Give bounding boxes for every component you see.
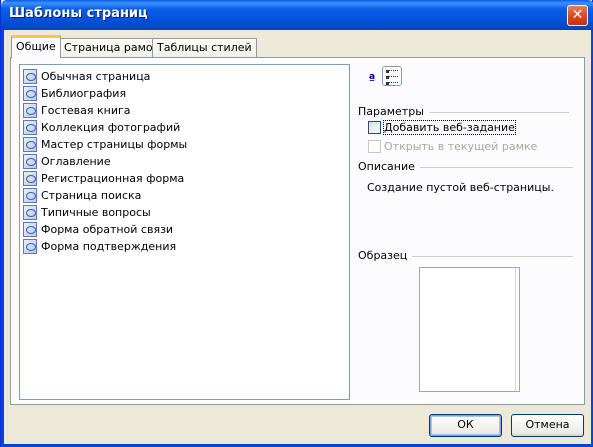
list-item[interactable]: Библиография bbox=[20, 85, 349, 102]
list-item-label: Форма обратной связи bbox=[41, 223, 174, 236]
web-page-icon bbox=[23, 69, 37, 84]
web-page-icon bbox=[23, 137, 37, 152]
open-in-frame-option: Открыть в текущей рамке bbox=[368, 140, 537, 153]
list-item-label: Страница поиска bbox=[41, 189, 142, 202]
web-page-icon bbox=[23, 103, 37, 118]
details-view-button[interactable] bbox=[382, 66, 402, 86]
list-item-label: Библиография bbox=[41, 87, 127, 100]
list-item[interactable]: Коллекция фотографий bbox=[20, 119, 349, 136]
web-page-icon bbox=[23, 239, 37, 254]
list-item-label: Регистрационная форма bbox=[41, 172, 185, 185]
add-web-task-checkbox[interactable] bbox=[368, 121, 381, 134]
tab-style-sheets[interactable]: Таблицы стилей bbox=[152, 38, 257, 57]
template-list[interactable]: Обычная страница Библиография Гостевая к… bbox=[19, 64, 350, 400]
tab-frames-pages[interactable]: Страница рамок bbox=[59, 38, 165, 57]
list-item[interactable]: Страница поиска bbox=[20, 187, 349, 204]
list-item-label: Типичные вопросы bbox=[41, 206, 151, 219]
list-item-label: Мастер страницы формы bbox=[41, 138, 188, 151]
open-in-frame-label: Открыть в текущей рамке bbox=[384, 140, 538, 153]
list-lines-icon bbox=[386, 76, 398, 79]
list-lines-icon bbox=[386, 70, 398, 73]
web-page-icon bbox=[23, 205, 37, 220]
close-button[interactable]: ✕ bbox=[567, 5, 588, 26]
web-page-icon bbox=[23, 154, 37, 169]
web-page-icon bbox=[23, 222, 37, 237]
web-page-icon bbox=[23, 120, 37, 135]
preview-header: Образец bbox=[358, 249, 413, 262]
options-header: Параметры bbox=[358, 105, 429, 118]
list-item-label: Гостевая книга bbox=[41, 104, 131, 117]
list-item-label: Коллекция фотографий bbox=[41, 121, 181, 134]
add-web-task-label[interactable]: Добавить веб-задание bbox=[383, 120, 516, 135]
ok-button[interactable]: ОК bbox=[429, 414, 502, 437]
dialog-title: Шаблоны страниц bbox=[9, 6, 148, 21]
page-templates-dialog: Шаблоны страниц ✕ Общие Страница рамок Т… bbox=[0, 0, 593, 447]
list-item[interactable]: Регистрационная форма bbox=[20, 170, 349, 187]
list-item[interactable]: Оглавление bbox=[20, 153, 349, 170]
list-item-label: Оглавление bbox=[41, 155, 111, 168]
list-item[interactable]: Форма обратной связи bbox=[20, 221, 349, 238]
title-bar[interactable]: Шаблоны страниц ✕ bbox=[1, 0, 593, 30]
list-item-label: Обычная страница bbox=[41, 70, 151, 83]
open-in-frame-checkbox bbox=[368, 140, 381, 153]
list-item[interactable]: Типичные вопросы bbox=[20, 204, 349, 221]
small-icons-view-button[interactable]: a̲ bbox=[362, 70, 382, 90]
window-frame-left bbox=[1, 30, 4, 447]
list-item-label: Форма подтверждения bbox=[41, 240, 177, 253]
tab-general[interactable]: Общие bbox=[11, 35, 61, 58]
cancel-button[interactable]: Отмена bbox=[511, 414, 584, 437]
list-lines-icon bbox=[386, 82, 398, 85]
description-header: Описание bbox=[358, 160, 420, 173]
preview-scrollbar bbox=[515, 268, 519, 391]
web-page-icon bbox=[23, 171, 37, 186]
web-page-icon bbox=[23, 86, 37, 101]
add-web-task-option[interactable]: Добавить веб-задание bbox=[368, 120, 516, 135]
list-item[interactable]: Гостевая книга bbox=[20, 102, 349, 119]
list-item[interactable]: Обычная страница bbox=[20, 68, 349, 85]
list-item[interactable]: Мастер страницы формы bbox=[20, 136, 349, 153]
preview-box bbox=[419, 267, 520, 392]
description-text: Создание пустой веб-страницы. bbox=[367, 181, 554, 194]
list-item[interactable]: Форма подтверждения bbox=[20, 238, 349, 255]
web-page-icon bbox=[23, 188, 37, 203]
